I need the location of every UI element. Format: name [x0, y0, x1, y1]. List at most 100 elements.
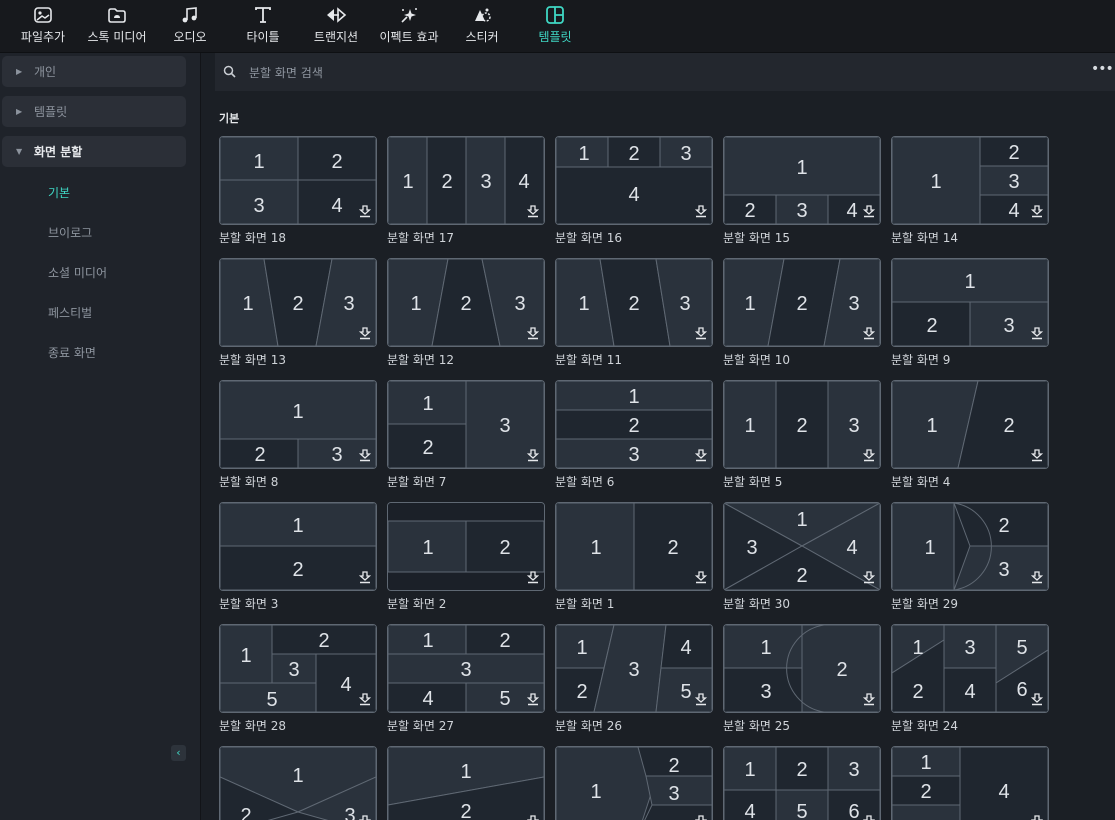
template-thumbnail[interactable]: 12 — [555, 502, 713, 591]
template-thumbnail[interactable]: 1 2 3 4 — [723, 136, 881, 225]
template-thumbnail[interactable]: 1 2 3 4 — [219, 136, 377, 225]
download-icon[interactable] — [527, 449, 539, 462]
template-card[interactable]: 1 2 3 — [555, 746, 713, 820]
template-card[interactable]: 1 2 3 4 분할 화면 16 — [555, 136, 713, 251]
download-icon[interactable] — [359, 205, 371, 218]
template-card[interactable]: 1 2 3 분할 화면 11 — [555, 258, 713, 373]
download-icon[interactable] — [527, 205, 539, 218]
template-card[interactable]: 1 2 3 4 5 6 분할 화면 24 — [891, 624, 1049, 739]
template-card[interactable]: 1 2 3 4 분할 화면 17 — [387, 136, 545, 251]
download-icon[interactable] — [695, 571, 707, 584]
template-thumbnail[interactable]: 12345 — [219, 624, 377, 713]
sidebar-item-festival[interactable]: 페스티벌 — [48, 304, 92, 321]
toolbar-stock-media[interactable]: 스톡 미디어 — [84, 6, 150, 48]
toolbar-audio[interactable]: 오디오 — [170, 6, 210, 48]
template-thumbnail[interactable]: 1 2 3 4 — [387, 136, 545, 225]
download-icon[interactable] — [527, 571, 539, 584]
download-icon[interactable] — [527, 815, 539, 820]
download-icon[interactable] — [1031, 205, 1043, 218]
download-icon[interactable] — [695, 693, 707, 706]
collapse-sidebar-button[interactable]: ‹ — [171, 745, 186, 761]
download-icon[interactable] — [1031, 693, 1043, 706]
template-card[interactable]: 1 2 분할 화면 1 — [555, 502, 713, 617]
template-card[interactable]: 1 2 3 4 분할 화면 14 — [891, 136, 1049, 251]
download-icon[interactable] — [863, 449, 875, 462]
download-icon[interactable] — [695, 815, 707, 820]
toolbar-stickers[interactable]: 스티커 — [462, 6, 502, 48]
template-thumbnail[interactable]: 12345 — [387, 624, 545, 713]
toolbar-transitions[interactable]: 트랜지션 — [310, 6, 362, 48]
template-card[interactable]: 1 2 3 4 5 6 — [723, 746, 881, 820]
download-icon[interactable] — [359, 693, 371, 706]
download-icon[interactable] — [359, 571, 371, 584]
template-card[interactable]: 1 2 분할 화면 4 — [891, 380, 1049, 495]
template-card[interactable]: 1 2 4 — [891, 746, 1049, 820]
download-icon[interactable] — [863, 815, 875, 820]
download-icon[interactable] — [527, 693, 539, 706]
template-thumbnail[interactable]: 1 2 3 — [387, 258, 545, 347]
download-icon[interactable] — [1031, 327, 1043, 340]
template-thumbnail[interactable]: 12 — [219, 502, 377, 591]
more-options-button[interactable]: ••• — [1091, 61, 1114, 81]
template-card[interactable]: 1 2 3 분할 화면 10 — [723, 258, 881, 373]
template-card[interactable]: 1 2 3 4 분할 화면 15 — [723, 136, 881, 251]
sidebar-item-social-media[interactable]: 소셜 미디어 — [48, 264, 107, 281]
template-card[interactable]: 1 2 3 분할 화면 6 — [555, 380, 713, 495]
template-thumbnail[interactable]: 12 — [891, 380, 1049, 469]
download-icon[interactable] — [359, 815, 371, 820]
template-card[interactable]: 1 2 3 분할 화면 13 — [219, 258, 377, 373]
template-thumbnail[interactable]: 1 2 3 — [219, 380, 377, 469]
template-thumbnail[interactable]: 12 — [387, 502, 545, 591]
template-thumbnail[interactable]: 1 2 3 — [891, 258, 1049, 347]
template-thumbnail[interactable]: 1 2 3 4 5 6 — [891, 624, 1049, 713]
template-card[interactable]: 1 2 3 4 5 분할 화면 27 — [387, 624, 545, 739]
download-icon[interactable] — [695, 327, 707, 340]
template-card[interactable]: 1 2 분할 화면 2 — [387, 502, 545, 617]
template-thumbnail[interactable]: 12 — [387, 746, 545, 820]
download-icon[interactable] — [695, 205, 707, 218]
sidebar-item-end-screen[interactable]: 종료 화면 — [48, 344, 96, 361]
sidebar-folder-template[interactable]: ▶ 템플릿 — [2, 96, 186, 127]
download-icon[interactable] — [1031, 571, 1043, 584]
toolbar-media-import[interactable]: 파일추가 — [18, 6, 68, 48]
download-icon[interactable] — [695, 449, 707, 462]
template-card[interactable]: 1 2 3 분할 화면 29 — [891, 502, 1049, 617]
toolbar-templates[interactable]: 템플릿 — [536, 6, 574, 48]
template-thumbnail[interactable]: 1 2 3 — [891, 502, 1049, 591]
template-thumbnail[interactable]: 12345 — [555, 624, 713, 713]
template-card[interactable]: 1 3 4 2 분할 화면 30 — [723, 502, 881, 617]
template-card[interactable]: 1 2 3 4 5 분할 화면 28 — [219, 624, 377, 739]
download-icon[interactable] — [1031, 815, 1043, 820]
download-icon[interactable] — [1031, 449, 1043, 462]
download-icon[interactable] — [359, 327, 371, 340]
template-thumbnail[interactable]: 1 2 3 — [723, 380, 881, 469]
template-thumbnail[interactable]: 1 2 3 — [219, 746, 377, 820]
search-input[interactable] — [247, 61, 951, 85]
template-thumbnail[interactable]: 1 2 3 — [723, 258, 881, 347]
sidebar-folder-personal[interactable]: ▶ 개인 — [2, 56, 186, 87]
template-card[interactable]: 1 2 3 분할 화면 9 — [891, 258, 1049, 373]
template-thumbnail[interactable]: 1 2 3 4 5 6 — [723, 746, 881, 820]
template-card[interactable]: 1 2 3 분할 화면 8 — [219, 380, 377, 495]
download-icon[interactable] — [863, 327, 875, 340]
template-thumbnail[interactable]: 1 2 3 — [555, 746, 713, 820]
template-card[interactable]: 12 — [387, 746, 545, 820]
download-icon[interactable] — [863, 693, 875, 706]
toolbar-effects[interactable]: 이펙트 효과 — [376, 6, 442, 48]
sidebar-item-vlog[interactable]: 브이로그 — [48, 224, 92, 241]
sidebar-folder-split-screen[interactable]: ▼ 화면 분할 — [2, 136, 186, 167]
download-icon[interactable] — [527, 327, 539, 340]
toolbar-titles[interactable]: 타이틀 — [242, 6, 284, 48]
template-thumbnail[interactable]: 1 2 3 — [219, 258, 377, 347]
template-thumbnail[interactable]: 1 2 3 4 — [891, 136, 1049, 225]
sidebar-item-basic[interactable]: 기본 — [48, 184, 70, 201]
template-thumbnail[interactable]: 1 2 3 — [555, 380, 713, 469]
template-thumbnail[interactable]: 1 3 4 2 — [723, 502, 881, 591]
template-card[interactable]: 1 2 3 분할 화면 5 — [723, 380, 881, 495]
template-card[interactable]: 1 3 2 분할 화면 25 — [723, 624, 881, 739]
template-thumbnail[interactable]: 1 2 3 — [387, 380, 545, 469]
download-icon[interactable] — [359, 449, 371, 462]
template-card[interactable]: 1 2 3 4 분할 화면 18 — [219, 136, 377, 251]
template-thumbnail[interactable]: 1 3 2 — [723, 624, 881, 713]
template-card[interactable]: 1 2 3 분할 화면 7 — [387, 380, 545, 495]
